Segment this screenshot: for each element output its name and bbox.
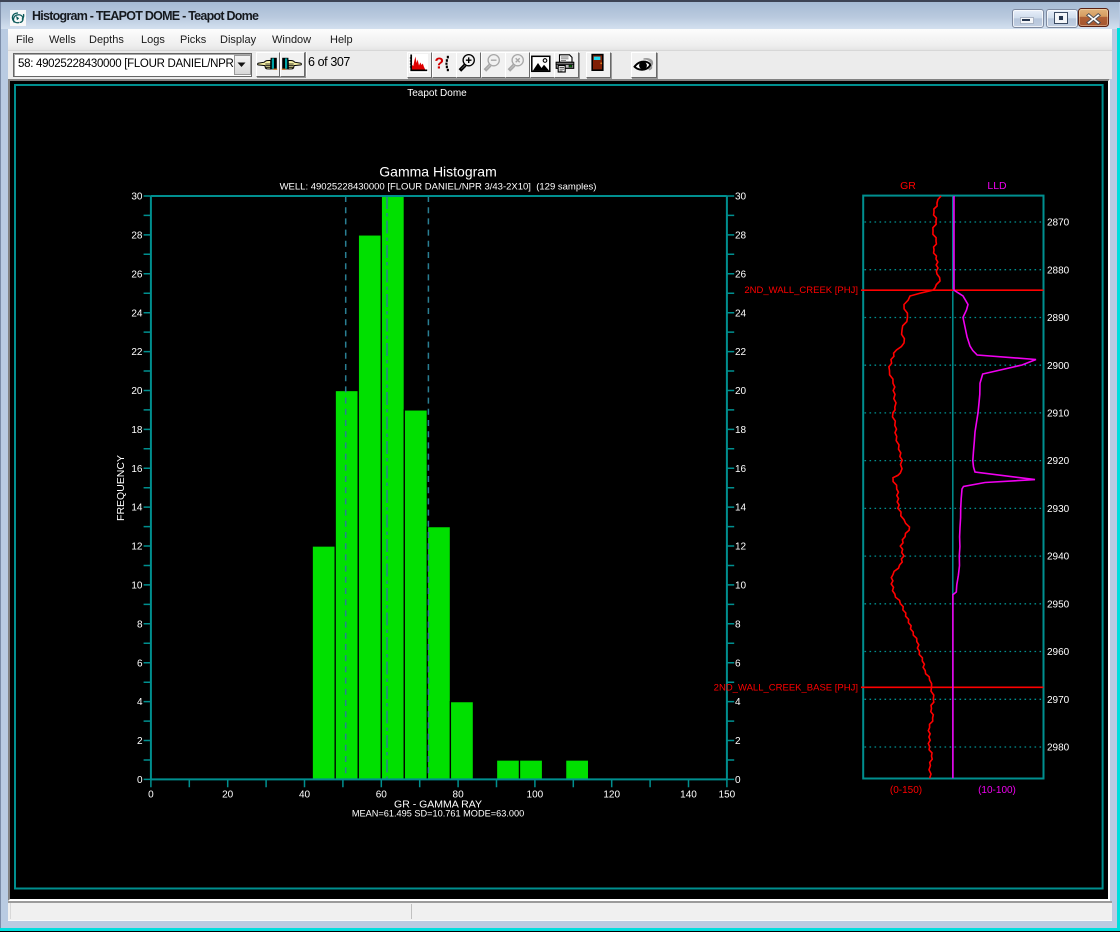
svg-text:6: 6 xyxy=(735,658,741,669)
svg-text:140: 140 xyxy=(680,789,697,800)
svg-text:2910: 2910 xyxy=(1047,409,1070,420)
svg-text:14: 14 xyxy=(131,503,143,514)
svg-text:2950: 2950 xyxy=(1047,599,1070,610)
svg-text:20: 20 xyxy=(222,789,234,800)
svg-text:2980: 2980 xyxy=(1047,743,1070,754)
svg-text:18: 18 xyxy=(735,425,747,436)
svg-text:28: 28 xyxy=(735,231,747,242)
svg-text:30: 30 xyxy=(131,192,143,203)
svg-text:2ND_WALL_CREEK [PHJ]: 2ND_WALL_CREEK [PHJ] xyxy=(744,285,858,296)
svg-text:2: 2 xyxy=(137,736,143,747)
svg-text:WELL: 49025228430000 [FLOUR DA: WELL: 49025228430000 [FLOUR DANIEL/NPR 3… xyxy=(280,182,597,193)
svg-text:28: 28 xyxy=(131,231,143,242)
svg-text:150: 150 xyxy=(719,789,736,800)
svg-text:16: 16 xyxy=(131,464,143,475)
svg-text:2920: 2920 xyxy=(1047,456,1070,467)
svg-text:2970: 2970 xyxy=(1047,695,1070,706)
svg-text:60: 60 xyxy=(376,789,388,800)
svg-text:2900: 2900 xyxy=(1047,361,1070,372)
svg-text:2880: 2880 xyxy=(1047,265,1070,276)
svg-text:10: 10 xyxy=(131,581,143,592)
svg-text:14: 14 xyxy=(735,503,747,514)
svg-text:12: 12 xyxy=(131,542,143,553)
svg-text:12: 12 xyxy=(735,542,747,553)
svg-text:MEAN=61.495 SD=10.761 MODE=63.: MEAN=61.495 SD=10.761 MODE=63.000 xyxy=(352,809,524,819)
svg-text:6: 6 xyxy=(137,658,143,669)
svg-text:24: 24 xyxy=(131,308,143,319)
svg-text:10: 10 xyxy=(735,581,747,592)
svg-text:0: 0 xyxy=(148,789,154,800)
svg-text:?: ? xyxy=(434,56,443,73)
svg-text:24: 24 xyxy=(735,308,747,319)
svg-text:8: 8 xyxy=(137,619,143,630)
svg-text:120: 120 xyxy=(603,789,620,800)
svg-text:2890: 2890 xyxy=(1047,313,1070,324)
svg-text:0: 0 xyxy=(735,775,741,786)
svg-text:2ND_WALL_CREEK_BASE [PHJ]: 2ND_WALL_CREEK_BASE [PHJ] xyxy=(714,682,858,693)
svg-text:Teapot Dome: Teapot Dome xyxy=(407,88,467,99)
svg-text:22: 22 xyxy=(735,347,747,358)
svg-text:(10-100): (10-100) xyxy=(978,785,1016,796)
svg-text:4: 4 xyxy=(735,697,741,708)
svg-text:GR: GR xyxy=(900,180,916,192)
svg-text:2930: 2930 xyxy=(1047,504,1070,515)
svg-text:2940: 2940 xyxy=(1047,552,1070,563)
svg-text:100: 100 xyxy=(527,789,544,800)
svg-text:2870: 2870 xyxy=(1047,218,1070,229)
svg-text:2: 2 xyxy=(735,736,741,747)
svg-text:26: 26 xyxy=(131,269,143,280)
svg-text:2960: 2960 xyxy=(1047,647,1070,658)
svg-text:16: 16 xyxy=(735,464,747,475)
svg-text:26: 26 xyxy=(735,269,747,280)
svg-text:FREQUENCY: FREQUENCY xyxy=(115,455,127,521)
svg-text:22: 22 xyxy=(131,347,143,358)
svg-text:4: 4 xyxy=(137,697,143,708)
svg-text:40: 40 xyxy=(299,789,311,800)
svg-text:20: 20 xyxy=(131,386,143,397)
svg-text:8: 8 xyxy=(735,619,741,630)
svg-text:18: 18 xyxy=(131,425,143,436)
svg-text:0: 0 xyxy=(137,775,143,786)
svg-text:LLD: LLD xyxy=(987,180,1007,192)
svg-text:20: 20 xyxy=(735,386,747,397)
svg-text:Gamma Histogram: Gamma Histogram xyxy=(379,164,496,180)
svg-text:(0-150): (0-150) xyxy=(890,785,922,796)
svg-text:30: 30 xyxy=(735,192,747,203)
